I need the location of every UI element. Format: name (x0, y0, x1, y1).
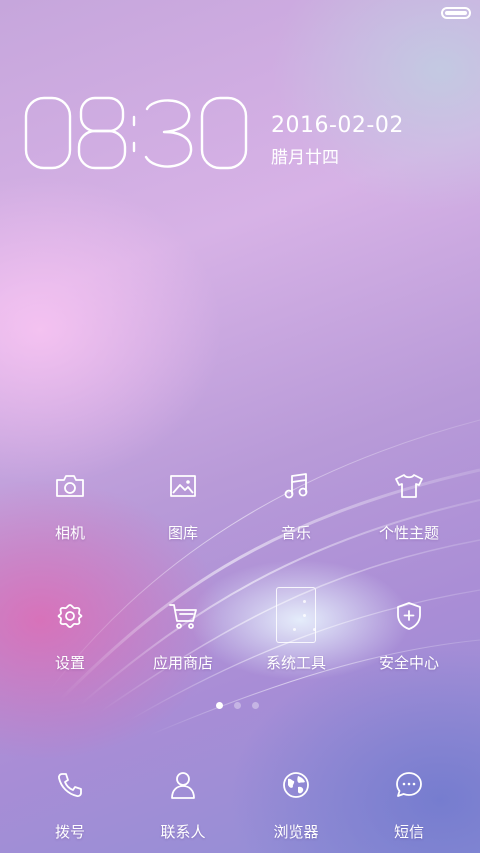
app-label: 设置 (54, 654, 85, 672)
lunar-date-text: 腊月廿四 (271, 148, 339, 168)
browser-globe-icon (276, 765, 316, 805)
app-label: 浏览器 (273, 823, 319, 841)
app-label: 联系人 (160, 823, 206, 841)
theme-tshirt-icon (389, 466, 429, 506)
battery-icon (441, 7, 471, 19)
phone-icon (50, 765, 90, 805)
date-text: 2016-02-02 (271, 113, 404, 138)
app-settings[interactable]: 设置 (10, 580, 130, 680)
music-icon (276, 466, 316, 506)
app-label: 系统工具 (265, 654, 326, 672)
dock-messages[interactable]: 短信 (349, 749, 469, 849)
app-label: 音乐 (280, 524, 311, 542)
folder-system-tools[interactable]: 系统工具 (236, 580, 356, 680)
security-shield-icon (389, 596, 429, 636)
app-label: 应用商店 (152, 654, 213, 672)
page-dot-active[interactable] (216, 702, 223, 709)
app-label: 个性主题 (378, 524, 439, 542)
app-music[interactable]: 音乐 (236, 450, 356, 550)
page-indicator[interactable] (216, 702, 259, 709)
settings-gear-icon (50, 596, 90, 636)
app-theme[interactable]: 个性主题 (349, 450, 469, 550)
messages-icon (389, 765, 429, 805)
clock-time[interactable] (24, 95, 254, 175)
app-label: 安全中心 (378, 654, 439, 672)
folder-icon (276, 587, 316, 643)
app-label: 相机 (54, 524, 85, 542)
dock-contacts[interactable]: 联系人 (123, 749, 243, 849)
page-dot[interactable] (234, 702, 241, 709)
dock-phone[interactable]: 拨号 (10, 749, 130, 849)
dock-browser[interactable]: 浏览器 (236, 749, 356, 849)
app-camera[interactable]: 相机 (10, 450, 130, 550)
contacts-icon (163, 765, 203, 805)
battery-fill (445, 11, 467, 15)
page-dot[interactable] (252, 702, 259, 709)
app-security-center[interactable]: 安全中心 (349, 580, 469, 680)
camera-icon (50, 466, 90, 506)
app-label: 拨号 (54, 823, 85, 841)
folder-preview (276, 587, 316, 643)
app-store-cart-icon (163, 596, 203, 636)
app-label: 图库 (167, 524, 198, 542)
gallery-icon (163, 466, 203, 506)
app-gallery[interactable]: 图库 (123, 450, 243, 550)
app-label: 短信 (393, 823, 424, 841)
app-store[interactable]: 应用商店 (123, 580, 243, 680)
